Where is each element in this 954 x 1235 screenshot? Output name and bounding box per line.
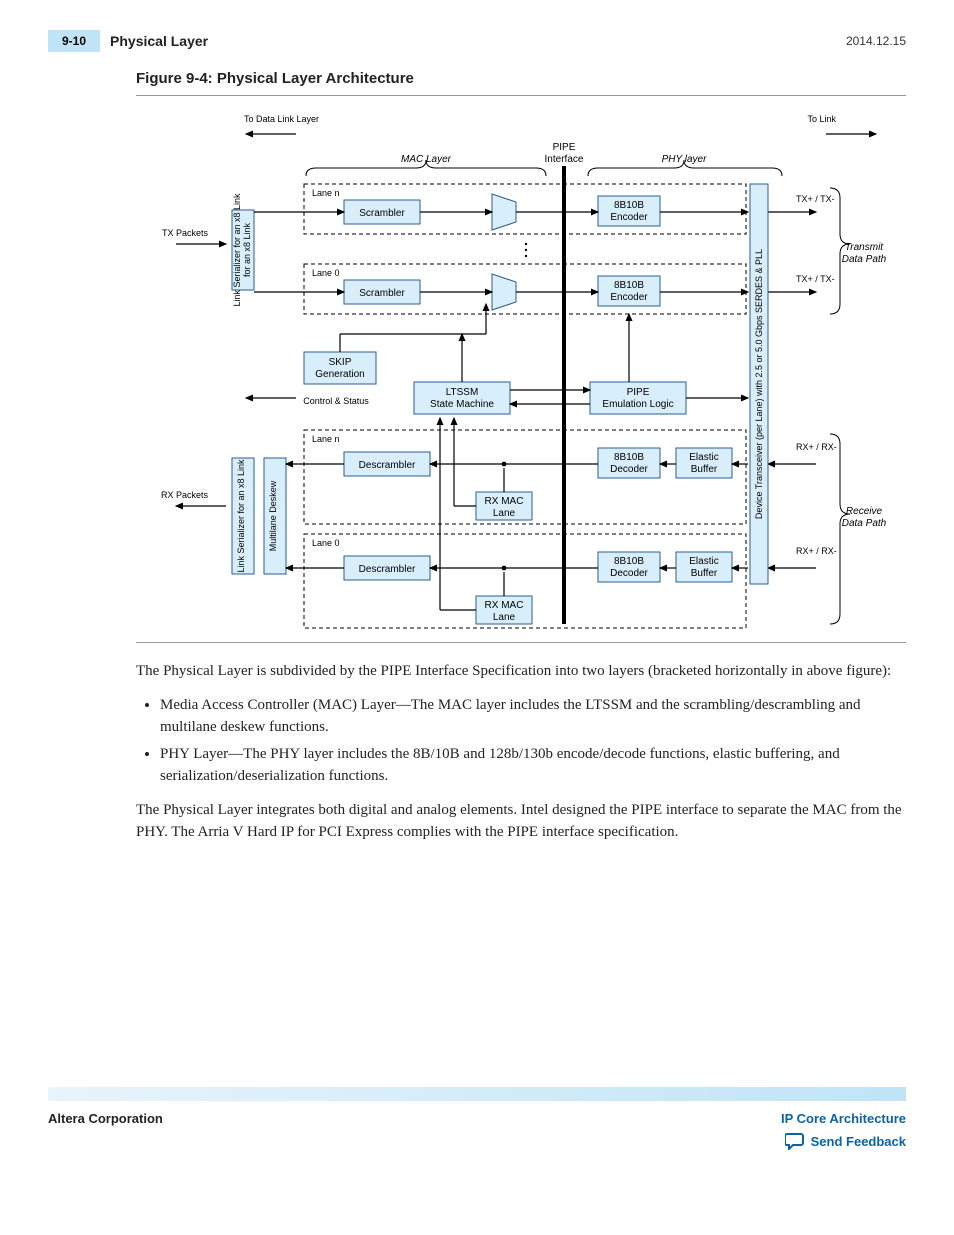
send-feedback-label: Send Feedback [811, 1134, 906, 1149]
svg-text:Receive: Receive [846, 506, 883, 517]
svg-text:Elastic: Elastic [689, 556, 718, 567]
send-feedback-link[interactable]: Send Feedback [781, 1132, 906, 1150]
svg-text:Transmit: Transmit [845, 242, 884, 253]
svg-text:RX+ / RX-: RX+ / RX- [796, 442, 837, 452]
svg-text:Link Serializer for an x8 Link: Link Serializer for an x8 Link [236, 459, 246, 573]
svg-text:Decoder: Decoder [610, 464, 648, 475]
svg-text:RX Packets: RX Packets [161, 490, 209, 500]
svg-text:TX+ / TX-: TX+ / TX- [796, 194, 835, 204]
header-date: 2014.12.15 [846, 34, 906, 48]
list-item: Media Access Controller (MAC) Layer—The … [160, 695, 906, 739]
figure-rule [136, 95, 906, 96]
svg-text:Lane: Lane [493, 612, 516, 623]
svg-text:PIPE: PIPE [627, 387, 650, 398]
svg-text:SKIP: SKIP [329, 357, 352, 368]
svg-text:TX+ / TX-: TX+ / TX- [796, 274, 835, 284]
svg-text:Emulation Logic: Emulation Logic [602, 399, 673, 410]
svg-text:Encoder: Encoder [610, 292, 648, 303]
page-footer: Altera Corporation IP Core Architecture … [48, 1087, 906, 1150]
svg-text:RX MAC: RX MAC [485, 496, 524, 507]
list-item: PHY Layer—The PHY layer includes the 8B/… [160, 744, 906, 788]
svg-text:RX MAC: RX MAC [485, 600, 524, 611]
section-name: Physical Layer [110, 33, 208, 49]
svg-text:LTSSM: LTSSM [446, 387, 479, 398]
svg-text:Buffer: Buffer [691, 568, 718, 579]
page-header: 9-10 Physical Layer 2014.12.15 [48, 30, 906, 52]
svg-text:RX+ / RX-: RX+ / RX- [796, 546, 837, 556]
svg-text:Elastic: Elastic [689, 452, 718, 463]
svg-text:Scrambler: Scrambler [359, 208, 405, 219]
svg-text:Link Serializer for an x8 Link: Link Serializer for an x8 Link [232, 193, 242, 307]
body-text: The Physical Layer is subdivided by the … [136, 661, 906, 843]
figure-caption: Figure 9-4: Physical Layer Architecture [136, 70, 906, 87]
svg-text:Lane 0: Lane 0 [312, 268, 340, 278]
svg-text:Scrambler: Scrambler [359, 288, 405, 299]
svg-text:Generation: Generation [315, 369, 364, 380]
svg-text:Lane n: Lane n [312, 434, 340, 444]
svg-text:Device Transceiver (per Lane): Device Transceiver (per Lane) with 2.5 o… [754, 249, 764, 519]
svg-text:8B10B: 8B10B [614, 200, 644, 211]
svg-text:Lane 0: Lane 0 [312, 538, 340, 548]
footer-bar [48, 1087, 906, 1101]
svg-text:8B10B: 8B10B [614, 452, 644, 463]
svg-text:Data Path: Data Path [842, 254, 887, 265]
architecture-diagram: To Data Link Layer To Link MAC Layer PHY… [136, 104, 906, 643]
page-number-badge: 9-10 [48, 30, 100, 52]
svg-text:Buffer: Buffer [691, 464, 718, 475]
svg-text:To Link: To Link [807, 114, 836, 124]
svg-text:State Machine: State Machine [430, 399, 494, 410]
svg-text:Descrambler: Descrambler [359, 564, 416, 575]
svg-text:To Data Link Layer: To Data Link Layer [244, 114, 319, 124]
svg-text:Multilane Deskew: Multilane Deskew [268, 480, 278, 551]
speech-bubble-icon [785, 1132, 805, 1150]
paragraph: The Physical Layer integrates both digit… [136, 800, 906, 844]
svg-text:Data Path: Data Path [842, 518, 887, 529]
svg-text:Interface: Interface [545, 154, 584, 165]
footer-doc-link[interactable]: IP Core Architecture [781, 1111, 906, 1126]
svg-text:Encoder: Encoder [610, 212, 648, 223]
svg-text:Descrambler: Descrambler [359, 460, 416, 471]
svg-text:TX Packets: TX Packets [162, 228, 209, 238]
svg-text:Decoder: Decoder [610, 568, 648, 579]
svg-text:8B10B: 8B10B [614, 556, 644, 567]
svg-text:Control & Status: Control & Status [303, 396, 369, 406]
svg-text:Lane: Lane [493, 508, 516, 519]
svg-text:Lane n: Lane n [312, 188, 340, 198]
svg-text:8B10B: 8B10B [614, 280, 644, 291]
svg-text:PIPE: PIPE [553, 142, 576, 153]
footer-company: Altera Corporation [48, 1111, 163, 1126]
bullet-list: Media Access Controller (MAC) Layer—The … [136, 695, 906, 788]
svg-text:for an x8 Link: for an x8 Link [242, 222, 252, 277]
intro-paragraph: The Physical Layer is subdivided by the … [136, 661, 906, 683]
